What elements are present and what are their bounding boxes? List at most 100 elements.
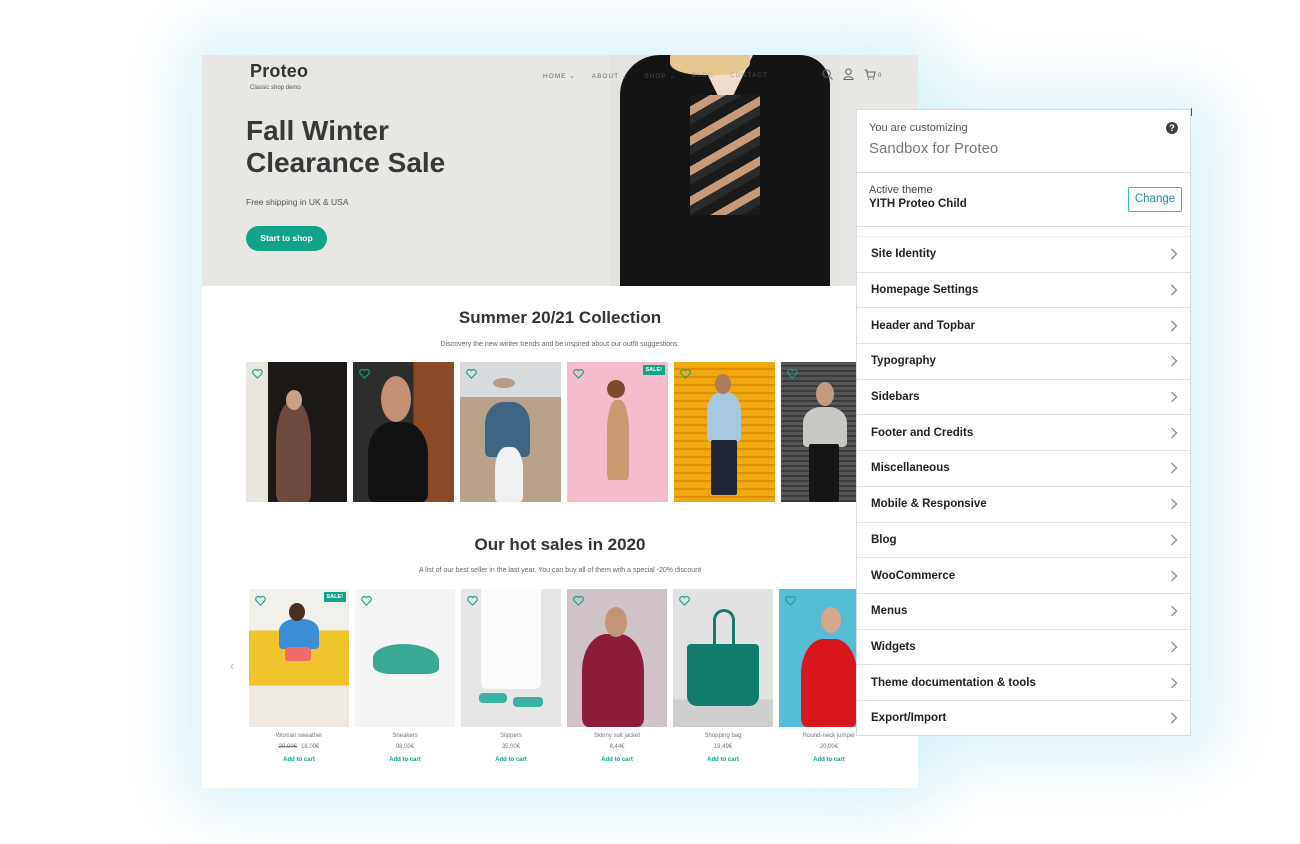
- collection-item[interactable]: [674, 362, 775, 502]
- site-preview: Proteo Classic shop demo HOME ⌄ ABOUT ⌄ …: [202, 55, 918, 788]
- active-theme-section: Active theme YITH Proteo Child Change: [857, 173, 1190, 227]
- product-name[interactable]: Slippers: [461, 733, 561, 744]
- wishlist-heart-icon[interactable]: [467, 593, 478, 611]
- customizer-section-menus[interactable]: Menus: [857, 592, 1190, 629]
- chevron-right-icon: [1171, 605, 1178, 617]
- main-nav: HOME ⌄ ABOUT ⌄ SHOP ⌄ BLOG CONTACT: [543, 72, 768, 80]
- chevron-right-icon: [1171, 712, 1178, 724]
- product-card[interactable]: SALE!: [249, 589, 349, 727]
- product-info: Woman sweather 20,00€ 18,00€ Add to cart: [249, 733, 349, 763]
- product-price: 20,00€ 18,00€: [249, 744, 349, 757]
- wishlist-heart-icon[interactable]: [359, 366, 370, 384]
- section-label: Typography: [871, 355, 936, 368]
- nav-about[interactable]: ABOUT ⌄: [592, 72, 629, 80]
- product-current-price: 8,44€: [609, 744, 625, 750]
- customizing-site-name: Sandbox for Proteo: [869, 140, 999, 157]
- change-theme-button[interactable]: Change: [1128, 187, 1182, 212]
- product-card[interactable]: [673, 589, 773, 727]
- section-label: Header and Topbar: [871, 319, 975, 332]
- hero-title: Fall Winter Clearance Sale: [246, 115, 446, 178]
- add-to-cart-link[interactable]: Add to cart: [567, 757, 667, 763]
- collection-item[interactable]: [353, 362, 454, 502]
- product-card[interactable]: [779, 589, 857, 727]
- wishlist-heart-icon[interactable]: [255, 593, 266, 611]
- product-name[interactable]: Shopping bag: [673, 733, 773, 744]
- customizer-section-mobile-responsive[interactable]: Mobile & Responsive: [857, 485, 1190, 522]
- add-to-cart-link[interactable]: Add to cart: [355, 757, 455, 763]
- wishlist-heart-icon[interactable]: [361, 593, 372, 611]
- customizer-section-widgets[interactable]: Widgets: [857, 628, 1190, 665]
- product-info: Slippers 35,00€ Add to cart: [461, 733, 561, 763]
- add-to-cart-link[interactable]: Add to cart: [249, 757, 349, 763]
- customizer-section-blog[interactable]: Blog: [857, 521, 1190, 558]
- chevron-right-icon: [1171, 284, 1178, 296]
- product-price: 19,49€: [673, 744, 773, 757]
- wishlist-heart-icon[interactable]: [680, 366, 691, 384]
- customizer-section-theme-documentation-tools[interactable]: Theme documentation & tools: [857, 664, 1190, 700]
- hero-image: [610, 55, 840, 286]
- nav-contact[interactable]: CONTACT: [730, 72, 768, 80]
- cart-icon[interactable]: [864, 68, 876, 80]
- product-old-price: 20,00€: [278, 744, 297, 750]
- search-icon[interactable]: [822, 68, 833, 80]
- wishlist-heart-icon[interactable]: [787, 366, 798, 384]
- start-shop-button[interactable]: Start to shop: [246, 226, 327, 251]
- product-card[interactable]: [461, 589, 561, 727]
- customizer-section-site-identity[interactable]: Site Identity: [857, 236, 1190, 272]
- collection-item[interactable]: [781, 362, 857, 502]
- product-current-price: 35,00€: [501, 744, 521, 750]
- wishlist-heart-icon[interactable]: [785, 593, 796, 611]
- chevron-right-icon: [1171, 570, 1178, 581]
- help-icon[interactable]: ?: [1166, 122, 1178, 134]
- add-to-cart-link[interactable]: Add to cart: [673, 757, 773, 763]
- customizer-section-homepage-settings[interactable]: Homepage Settings: [857, 271, 1190, 308]
- collection-item[interactable]: [460, 362, 561, 502]
- product-card[interactable]: [567, 589, 667, 727]
- chevron-right-icon: [1171, 427, 1178, 439]
- add-to-cart-link[interactable]: Add to cart: [779, 757, 879, 763]
- product-price: 20,00€: [779, 744, 879, 757]
- carousel-prev-icon[interactable]: ‹: [230, 659, 234, 673]
- product-name[interactable]: Woman sweather: [249, 733, 349, 744]
- customizer-section-miscellaneous[interactable]: Miscellaneous: [857, 450, 1190, 486]
- chevron-right-icon: [1171, 534, 1178, 546]
- wishlist-heart-icon[interactable]: [573, 593, 584, 611]
- header-icons: 0: [822, 68, 881, 80]
- product-price: 98,00€: [355, 744, 455, 757]
- nav-shop[interactable]: SHOP ⌄: [644, 72, 676, 80]
- customizer-section-footer-and-credits[interactable]: Footer and Credits: [857, 414, 1190, 450]
- customizer-section-export-import[interactable]: Export/Import: [857, 699, 1190, 736]
- product-info: Shopping bag 19,49€ Add to cart: [673, 733, 773, 763]
- hot-sales-subtitle: A list of our best seller in the last ye…: [418, 567, 702, 574]
- customizer-section-header-and-topbar[interactable]: Header and Topbar: [857, 307, 1190, 343]
- wishlist-heart-icon[interactable]: [466, 366, 477, 384]
- product-current-price: 18,00€: [301, 744, 320, 750]
- wishlist-heart-icon[interactable]: [679, 593, 690, 611]
- user-icon[interactable]: [843, 68, 854, 80]
- wishlist-heart-icon[interactable]: [573, 366, 584, 384]
- product-info: Skinny suit jacket 8,44€ Add to cart: [567, 733, 667, 763]
- add-to-cart-link[interactable]: Add to cart: [461, 757, 561, 763]
- wishlist-heart-icon[interactable]: [252, 366, 263, 384]
- customizer-section-woocommerce[interactable]: WooCommerce: [857, 557, 1190, 593]
- section-label: Theme documentation & tools: [871, 676, 1036, 689]
- site-logo[interactable]: Proteo: [250, 61, 308, 82]
- chevron-right-icon: [1171, 498, 1178, 510]
- customizing-label: You are customizing: [869, 122, 968, 134]
- hero-subtitle: Free shipping in UK & USA: [246, 197, 349, 207]
- chevron-right-icon: [1171, 463, 1178, 474]
- customizer-section-typography[interactable]: Typography: [857, 343, 1190, 379]
- nav-blog[interactable]: BLOG: [692, 72, 714, 80]
- product-card[interactable]: [355, 589, 455, 727]
- customizer-section-sidebars[interactable]: Sidebars: [857, 378, 1190, 415]
- product-name[interactable]: Sneakers: [355, 733, 455, 744]
- hot-sales-title: Our hot sales in 2020: [474, 535, 646, 554]
- product-info: Round-neck jumper 20,00€ Add to cart: [779, 733, 879, 763]
- collection-title: Summer 20/21 Collection: [458, 308, 662, 327]
- collection-item[interactable]: SALE!: [567, 362, 668, 502]
- collection-item[interactable]: [246, 362, 347, 502]
- chevron-right-icon: [1171, 320, 1178, 332]
- section-label: Site Identity: [871, 248, 937, 261]
- nav-home[interactable]: HOME ⌄: [543, 72, 576, 80]
- product-name[interactable]: Skinny suit jacket: [567, 733, 667, 744]
